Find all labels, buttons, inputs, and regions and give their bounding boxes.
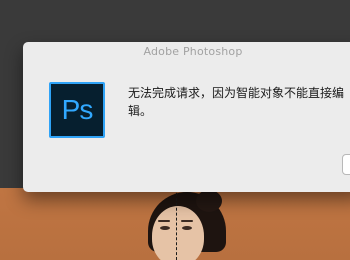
photo-left-brow xyxy=(158,220,170,222)
photo-right-brow xyxy=(181,220,193,222)
screen: Adobe Photoshop Ps 无法完成请求，因为智能对象不能直接编辑。 xyxy=(0,0,350,260)
guide-line[interactable] xyxy=(176,188,177,260)
ok-button[interactable] xyxy=(342,154,350,175)
dialog-title: Adobe Photoshop xyxy=(143,45,243,58)
photoshop-app-icon: Ps xyxy=(49,82,105,138)
alert-dialog: Adobe Photoshop Ps 无法完成请求，因为智能对象不能直接编辑。 xyxy=(23,42,350,192)
photo-face xyxy=(152,206,204,260)
photo-right-eye xyxy=(182,226,192,230)
photoshop-icon-label: Ps xyxy=(61,94,94,125)
photo-hair-bun xyxy=(196,190,222,212)
dialog-message: 无法完成请求，因为智能对象不能直接编辑。 xyxy=(128,86,345,118)
photo-left-eye xyxy=(160,226,170,230)
